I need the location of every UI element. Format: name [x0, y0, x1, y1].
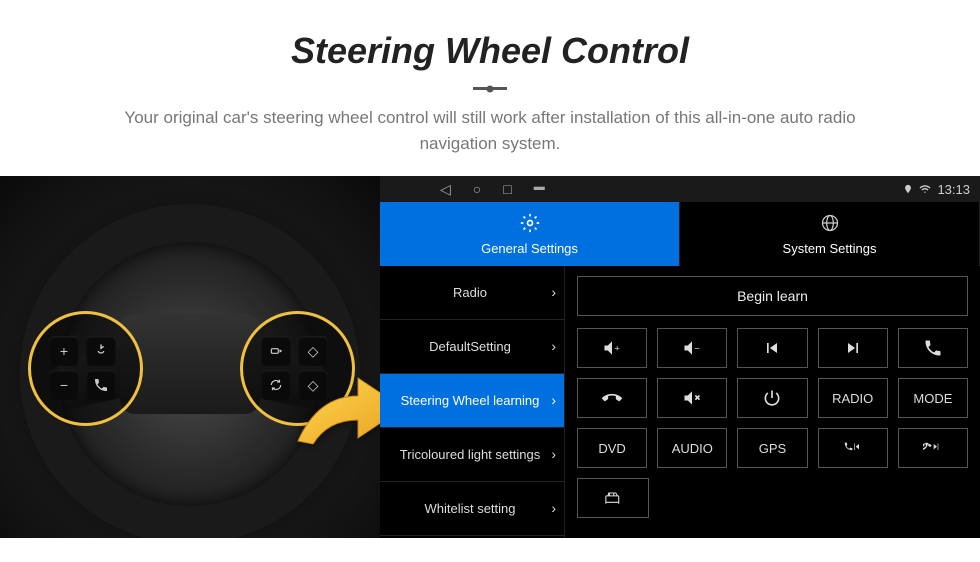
fn-phone-next-button[interactable]	[898, 428, 968, 468]
fn-radio-button[interactable]: RADIO	[818, 378, 888, 418]
wheel-minus-button: −	[49, 370, 79, 400]
fn-phone-hangup-button[interactable]	[577, 378, 647, 418]
svg-text:−: −	[695, 343, 700, 353]
back-icon[interactable]: ◁	[440, 181, 451, 198]
fn-dvd-button[interactable]: DVD	[577, 428, 647, 468]
chevron-right-icon: ›	[551, 284, 556, 301]
globe-icon	[820, 213, 840, 238]
wheel-cycle-button	[261, 370, 291, 400]
chevron-right-icon: ›	[551, 392, 556, 409]
tab-label: System Settings	[783, 241, 877, 256]
pointing-arrow	[288, 366, 380, 471]
fn-volume-down-button[interactable]: −	[657, 328, 727, 368]
wheel-phone-button	[86, 370, 116, 400]
title-divider	[473, 87, 507, 90]
menu-item-steering-wheel-learning[interactable]: Steering Wheel learning ›	[380, 374, 564, 428]
fn-volume-up-button[interactable]: +	[577, 328, 647, 368]
settings-menu: Radio › DefaultSetting › Steering Wheel …	[380, 266, 565, 538]
page-subtitle: Your original car's steering wheel contr…	[100, 105, 880, 156]
gps-icon	[903, 182, 913, 197]
android-status-bar: ◁ ○ □ ▬ 13:13	[380, 176, 980, 202]
fn-phone-answer-button[interactable]	[898, 328, 968, 368]
fn-next-track-button[interactable]	[818, 328, 888, 368]
fn-mode-button[interactable]: MODE	[898, 378, 968, 418]
fn-phone-prev-button[interactable]	[818, 428, 888, 468]
menu-item-whitelist[interactable]: Whitelist setting ›	[380, 482, 564, 536]
learning-panel: Begin learn + −	[565, 266, 980, 538]
wheel-plus-button: +	[49, 336, 79, 366]
wheel-voice-button	[86, 336, 116, 366]
wifi-icon	[919, 182, 931, 197]
menu-item-tricoloured-light[interactable]: Tricoloured light settings ›	[380, 428, 564, 482]
wheel-diamond-button: ◇	[298, 336, 328, 366]
menu-item-default-setting[interactable]: DefaultSetting ›	[380, 320, 564, 374]
tab-general-settings[interactable]: General Settings	[380, 202, 680, 266]
tab-label: General Settings	[481, 241, 578, 256]
home-icon[interactable]: ○	[473, 181, 481, 198]
menu-item-radio[interactable]: Radio ›	[380, 266, 564, 320]
gear-icon	[520, 213, 540, 238]
recents-icon[interactable]: □	[503, 181, 511, 198]
steering-wheel-photo: + − ◇ ◇	[0, 176, 380, 538]
tab-system-settings[interactable]: System Settings	[680, 202, 980, 266]
sd-card-icon: ▬	[534, 181, 545, 198]
fn-power-button[interactable]	[737, 378, 807, 418]
fn-car-button[interactable]	[577, 478, 649, 518]
begin-learn-button[interactable]: Begin learn	[577, 276, 968, 316]
wheel-source-button	[261, 336, 291, 366]
fn-audio-button[interactable]: AUDIO	[657, 428, 727, 468]
chevron-right-icon: ›	[551, 338, 556, 355]
fn-gps-button[interactable]: GPS	[737, 428, 807, 468]
status-time: 13:13	[937, 182, 970, 197]
chevron-right-icon: ›	[551, 446, 556, 463]
fn-mute-button[interactable]	[657, 378, 727, 418]
page-title: Steering Wheel Control	[20, 30, 960, 72]
left-controls-highlight: + −	[28, 311, 143, 426]
fn-prev-track-button[interactable]	[737, 328, 807, 368]
svg-text:+: +	[615, 343, 620, 353]
headunit-screen: ◁ ○ □ ▬ 13:13 General Settings	[380, 176, 980, 538]
chevron-right-icon: ›	[551, 500, 556, 517]
